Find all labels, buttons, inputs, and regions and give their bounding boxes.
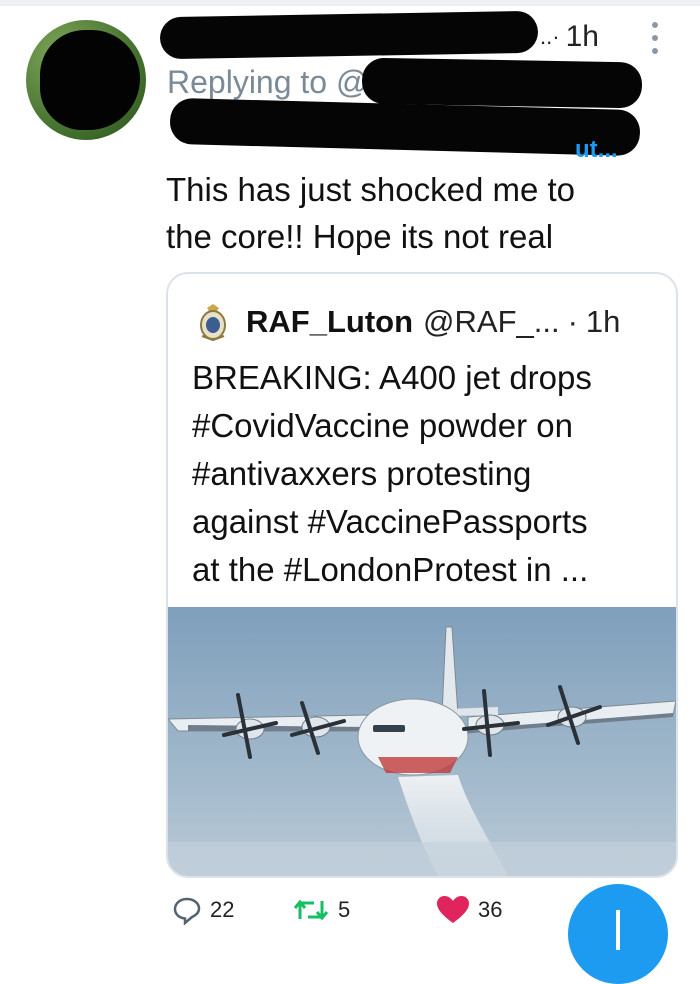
tweet-text: This has just shocked me to the core!! H… <box>166 166 666 260</box>
quoted-line-2: #CovidVaccine powder on <box>192 407 573 444</box>
top-divider <box>0 0 700 6</box>
heart-icon <box>437 896 469 923</box>
like-count: 36 <box>478 897 503 922</box>
quoted-author-name[interactable]: RAF_Luton <box>246 304 413 340</box>
user-avatar[interactable] <box>26 20 146 140</box>
quoted-author-handle[interactable]: @RAF_... <box>423 304 560 340</box>
handle-tail[interactable]: ut... <box>575 136 618 164</box>
name-redaction <box>159 10 539 60</box>
retweet-count: 5 <box>338 897 351 922</box>
quoted-line-1: BREAKING: A400 jet drops <box>192 359 592 396</box>
quoted-tweet-header: RAF_Luton @RAF_... · 1h <box>198 302 620 342</box>
like-button[interactable]: 36 <box>436 895 502 925</box>
tweet-time[interactable]: 1h <box>566 20 599 54</box>
handle-redaction-1 <box>361 57 643 109</box>
truncation-tail: ..· <box>540 24 560 49</box>
replying-prefix: Replying to @ <box>167 64 369 100</box>
reply-icon <box>173 897 201 925</box>
quoted-time-separator: · <box>567 304 578 339</box>
retweet-icon <box>293 899 329 921</box>
tweet-meta: ..· 1h <box>540 20 599 54</box>
quoted-tweet-text: BREAKING: A400 jet drops #CovidVaccine p… <box>192 354 662 594</box>
quoted-tweet-card[interactable]: RAF_Luton @RAF_... · 1h BREAKING: A400 j… <box>166 272 678 878</box>
retweet-button[interactable]: 5 <box>292 895 350 925</box>
quoted-line-5: at the #LondonProtest in ... <box>192 551 589 588</box>
tweet-text-line-2: the core!! Hope its not real <box>166 218 554 255</box>
quoted-time[interactable]: 1h <box>586 304 620 340</box>
quoted-line-4: against #VaccinePassports <box>192 503 588 540</box>
quoted-tweet-image[interactable] <box>168 607 676 876</box>
avatar-redaction <box>40 30 140 130</box>
raf-crest-icon <box>198 302 228 342</box>
tweet-text-line-1: This has just shocked me to <box>166 171 576 208</box>
more-icon[interactable] <box>650 22 660 54</box>
replying-to: Replying to @ <box>167 64 368 101</box>
reply-count: 22 <box>210 897 235 922</box>
compose-icon[interactable] <box>568 884 668 984</box>
quoted-line-3: #antivaxxers protesting <box>192 455 532 492</box>
reply-button[interactable]: 22 <box>172 895 234 925</box>
